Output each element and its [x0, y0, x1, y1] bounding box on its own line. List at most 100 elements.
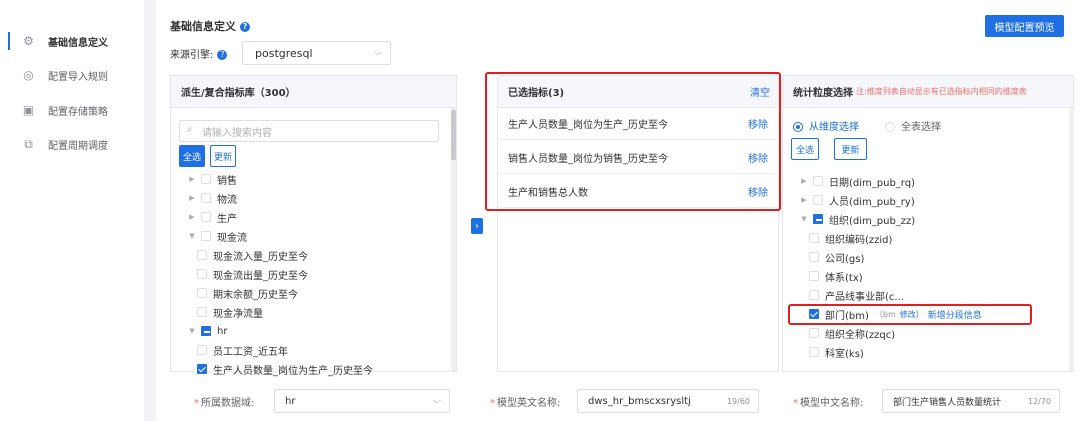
help-icon[interactable]: ?	[217, 50, 228, 60]
en-name-input[interactable]: dws_hr_bmscxsrysltj 19/60	[577, 389, 759, 413]
checkbox[interactable]	[809, 328, 819, 338]
granularity-panel-header: 统计粒度选择 注:维度列表自动显示有已选指标内相同的维度表	[783, 76, 1073, 108]
tree-node-label: 人员(dim_pub_ry)	[829, 196, 915, 208]
granularity-scrollbar[interactable]	[1069, 108, 1074, 371]
caret-down-icon[interactable]: ▼	[799, 215, 809, 223]
schedule-icon: ⧉	[24, 136, 33, 151]
checkbox[interactable]	[809, 290, 819, 300]
library-scrollbar-thumb[interactable]	[451, 110, 456, 160]
checkbox[interactable]	[201, 212, 211, 222]
domain-select[interactable]: hr ⌵	[274, 389, 450, 413]
caret-right-icon[interactable]: ▶	[187, 213, 197, 221]
tree-node[interactable]: 现金流出量_历史至今	[197, 265, 308, 283]
checkbox[interactable]	[809, 233, 819, 243]
nav-item-storage[interactable]: ▣ 配置存储策略	[0, 93, 144, 127]
checkbox[interactable]	[197, 307, 207, 317]
nav-item-basic-info[interactable]: ⚙ 基础信息定义	[0, 24, 144, 58]
en-name-value: dws_hr_bmscxsrysltj	[588, 395, 691, 407]
tree-node-label: 公司(gs)	[825, 253, 865, 265]
tree-node-label: 组织编码(zzid)	[825, 234, 893, 246]
tree-node[interactable]: 员工工资_近五年	[197, 341, 288, 359]
checkbox[interactable]	[809, 252, 819, 262]
select-all-button[interactable]: 全选	[179, 145, 205, 167]
tree-node-label: 现金净流量	[213, 308, 263, 320]
engine-label: 来源引擎:?	[170, 46, 228, 61]
granularity-refresh-button[interactable]: 更新	[834, 138, 867, 160]
nav-item-import-rules[interactable]: ◎ 配置导入规则	[0, 58, 144, 92]
checkbox[interactable]	[809, 347, 819, 357]
checkbox[interactable]	[197, 364, 207, 374]
caret-down-icon[interactable]: ▼	[187, 327, 197, 335]
checkbox[interactable]	[201, 326, 211, 336]
sidebar-nav: ⚙ 基础信息定义 ◎ 配置导入规则 ▣ 配置存储策略 ⧉ 配置周期调度	[0, 0, 144, 421]
transfer-right-button[interactable]: ›	[471, 218, 483, 234]
chevron-down-icon: ⌵	[373, 48, 383, 57]
tree-node-label: 现金流	[217, 232, 247, 244]
en-name-label: * 模型英文名称:	[490, 398, 561, 409]
checkbox[interactable]	[201, 193, 211, 203]
tree-node[interactable]: ▼ 组织(dim_pub_zz)	[799, 210, 915, 228]
caret-right-icon[interactable]: ▶	[799, 196, 809, 204]
granularity-select-all-button[interactable]: 全选	[791, 138, 819, 160]
tree-node[interactable]: 组织编码(zzid)	[809, 229, 892, 247]
search-input[interactable]: ⌕ 请输入搜索内容	[179, 120, 439, 142]
tree-node[interactable]: 现金流入量_历史至今	[197, 246, 308, 264]
storage-icon: ▣	[22, 102, 35, 117]
highlight-box-department	[788, 304, 1032, 325]
caret-right-icon[interactable]: ▶	[799, 177, 809, 185]
tree-node[interactable]: 现金净流量	[197, 303, 263, 321]
tree-node[interactable]: ▶ 人员(dim_pub_ry)	[799, 191, 915, 209]
tree-node[interactable]: ▶ 销售	[187, 170, 237, 188]
engine-select[interactable]: postgresql ⌵	[242, 41, 391, 65]
checkbox[interactable]	[197, 250, 207, 260]
caret-right-icon[interactable]: ▶	[187, 194, 197, 202]
tree-node-label: 组织(dim_pub_zz)	[829, 215, 916, 227]
tree-node-label: 现金流入量_历史至今	[213, 251, 308, 263]
tree-node[interactable]: 体系(tx)	[809, 267, 863, 285]
nav-item-label: 配置导入规则	[48, 71, 108, 83]
tree-node-label: 组织全称(zzqc)	[825, 329, 896, 341]
checkbox[interactable]	[197, 269, 207, 279]
nav-item-schedule[interactable]: ⧉ 配置周期调度	[0, 127, 144, 161]
model-preview-button[interactable]: 模型配置预览	[985, 15, 1064, 37]
domain-select-value: hr	[285, 395, 296, 407]
tree-node[interactable]: 产品线事业部(c...	[809, 286, 904, 304]
checkbox[interactable]	[197, 345, 207, 355]
tree-node[interactable]: 公司(gs)	[809, 248, 864, 266]
checkbox[interactable]	[813, 214, 823, 224]
checkbox[interactable]	[813, 176, 823, 186]
tree-node[interactable]: ▼ hr	[187, 322, 227, 340]
nav-item-label: 配置存储策略	[48, 106, 108, 118]
radio-dimension[interactable]: 从维度选择	[793, 118, 859, 133]
tree-node[interactable]: 科室(ks)	[809, 343, 864, 361]
checkbox[interactable]	[813, 195, 823, 205]
checkbox[interactable]	[201, 231, 211, 241]
checkbox[interactable]	[809, 271, 819, 281]
tree-node[interactable]: ▶ 物流	[187, 189, 237, 207]
tree-node[interactable]: ▼ 现金流	[187, 227, 247, 245]
help-icon[interactable]: ?	[240, 22, 250, 32]
caret-right-icon[interactable]: ▶	[187, 175, 197, 183]
tree-node[interactable]: 生产人员数量_岗位为生产_历史至今	[197, 360, 373, 378]
tree-node-label: 员工工资_近五年	[213, 346, 288, 358]
engine-select-value: postgresql	[255, 46, 313, 60]
cn-name-input[interactable]: 部门生产销售人员数量统计 12/70	[882, 389, 1060, 413]
tree-node[interactable]: ▶ 生产	[187, 208, 237, 226]
radio-full-table[interactable]: 全表选择	[885, 118, 941, 133]
radio-full-label: 全表选择	[901, 122, 941, 133]
tree-node[interactable]: 期末余额_历史至今	[197, 284, 298, 302]
refresh-button[interactable]: 更新	[210, 145, 236, 167]
caret-down-icon[interactable]: ▼	[187, 232, 197, 240]
checkbox[interactable]	[201, 174, 211, 184]
page-title: 基础信息定义?	[170, 18, 250, 34]
nav-item-label: 配置周期调度	[48, 140, 108, 152]
cn-name-value: 部门生产销售人员数量统计	[893, 397, 1002, 408]
nav-item-label: 基础信息定义	[48, 37, 108, 49]
import-rule-icon: ◎	[23, 67, 34, 82]
domain-label: * 所属数据域:	[194, 398, 255, 409]
tree-node-label: 物流	[217, 194, 237, 206]
checkbox[interactable]	[197, 288, 207, 298]
tree-node-label: hr	[217, 325, 228, 337]
tree-node[interactable]: ▶ 日期(dim_pub_rq)	[799, 172, 915, 190]
tree-node[interactable]: 组织全称(zzqc)	[809, 324, 895, 342]
